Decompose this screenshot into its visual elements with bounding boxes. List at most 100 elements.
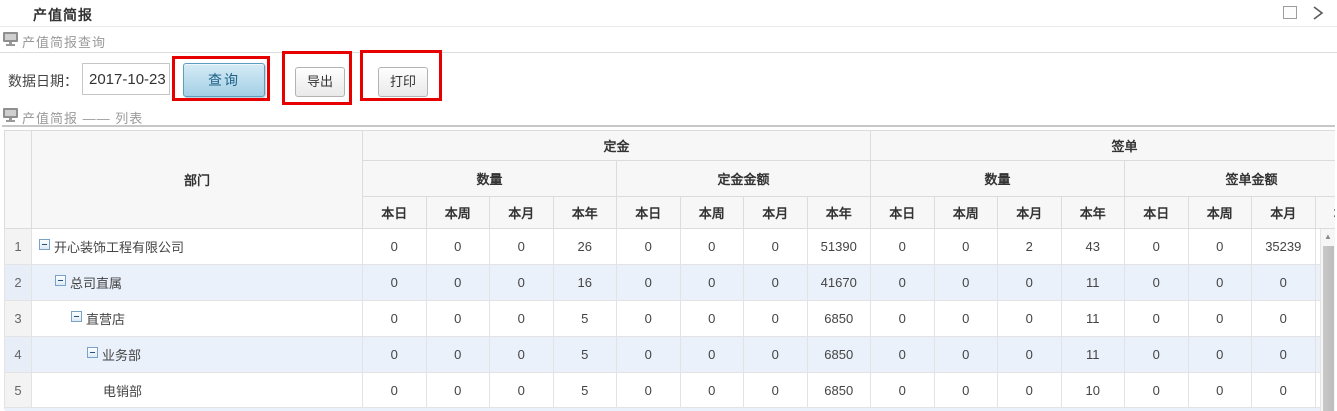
group-header-cell: 签单	[871, 131, 1335, 161]
dept-cell: 直营店	[32, 301, 363, 337]
table-row[interactable]: 1开心装饰工程有限公司0002600051390002430035239	[5, 229, 1336, 265]
value-cell: 0	[744, 301, 808, 337]
value-cell: 0	[934, 373, 998, 409]
row-number-cell: 4	[5, 337, 32, 373]
tree-collapse-icon[interactable]	[71, 311, 82, 322]
dept-name: 总司直属	[70, 276, 122, 291]
scroll-up-arrow-icon[interactable]: ▲	[1321, 229, 1335, 244]
value-cell: 0	[490, 265, 554, 301]
subgroup-header-cell: 数量	[363, 161, 617, 197]
value-cell: 0	[934, 337, 998, 373]
value-cell: 0	[1125, 265, 1189, 301]
value-cell: 6850	[807, 373, 871, 409]
period-header-cell: 本年	[807, 197, 871, 229]
value-cell: 0	[490, 337, 554, 373]
date-input[interactable]	[82, 63, 170, 95]
period-header-cell: 本年	[1315, 197, 1335, 229]
subgroup-header-cell: 定金金额	[617, 161, 871, 197]
tree-collapse-icon[interactable]	[39, 239, 50, 250]
table-row[interactable]: 3直营店0005000685000011000	[5, 301, 1336, 337]
value-cell: 0	[680, 301, 744, 337]
value-cell: 0	[617, 373, 681, 409]
value-cell: 0	[426, 373, 490, 409]
value-cell: 0	[1125, 229, 1189, 265]
period-header-cell: 本周	[426, 197, 490, 229]
value-cell: 0	[363, 229, 427, 265]
table-body: 1开心装饰工程有限公司00026000513900024300352392总司直…	[5, 229, 1336, 409]
dept-cell: 业务部	[32, 337, 363, 373]
value-cell: 11	[1061, 265, 1125, 301]
period-header-cell: 本月	[998, 197, 1062, 229]
value-cell: 0	[744, 265, 808, 301]
row-number-cell: 3	[5, 301, 32, 337]
dept-name: 电销部	[103, 384, 142, 399]
value-cell: 0	[363, 373, 427, 409]
dept-name: 开心装饰工程有限公司	[54, 240, 184, 255]
value-cell: 0	[1125, 373, 1189, 409]
value-cell: 0	[426, 301, 490, 337]
value-cell: 0	[1125, 301, 1189, 337]
value-cell: 0	[998, 301, 1062, 337]
period-header-cell: 本日	[617, 197, 681, 229]
monitor-icon	[3, 31, 19, 47]
value-cell: 0	[744, 337, 808, 373]
value-cell: 0	[490, 229, 554, 265]
value-cell: 0	[998, 265, 1062, 301]
value-cell: 0	[1252, 265, 1316, 301]
value-cell: 0	[1188, 301, 1252, 337]
value-cell: 0	[744, 229, 808, 265]
value-cell: 0	[617, 301, 681, 337]
value-cell: 0	[998, 373, 1062, 409]
chevron-right-icon[interactable]	[1310, 4, 1326, 22]
partial-next-row	[5, 407, 1334, 411]
value-cell: 0	[1188, 337, 1252, 373]
value-cell: 0	[490, 301, 554, 337]
value-cell: 5	[553, 373, 617, 409]
value-cell: 0	[934, 265, 998, 301]
value-cell: 0	[680, 265, 744, 301]
value-cell: 5	[553, 301, 617, 337]
scrollbar-thumb[interactable]	[1323, 246, 1334, 411]
print-button[interactable]: 打印	[378, 67, 428, 97]
dept-cell: 电销部	[32, 373, 363, 409]
row-number-cell: 2	[5, 265, 32, 301]
export-button[interactable]: 导出	[295, 67, 345, 97]
period-header-cell: 本周	[680, 197, 744, 229]
report-table: 部门定金签单数量定金金额数量签单金额本日本周本月本年本日本周本月本年本日本周本月…	[4, 130, 1335, 409]
value-cell: 6850	[807, 337, 871, 373]
period-header-cell: 本周	[1188, 197, 1252, 229]
section-divider	[2, 125, 1335, 127]
period-header-cell: 本日	[363, 197, 427, 229]
table-row[interactable]: 5电销部0005000685000010000	[5, 373, 1336, 409]
value-cell: 0	[680, 229, 744, 265]
date-label: 数据日期：	[8, 71, 78, 91]
value-cell: 35239	[1252, 229, 1316, 265]
dept-name: 业务部	[102, 348, 141, 363]
value-cell: 16	[553, 265, 617, 301]
value-cell: 0	[680, 373, 744, 409]
tree-collapse-icon[interactable]	[55, 275, 66, 286]
header-row-groups: 部门定金签单	[5, 131, 1336, 161]
period-header-cell: 本年	[1061, 197, 1125, 229]
table-head: 部门定金签单数量定金金额数量签单金额本日本周本月本年本日本周本月本年本日本周本月…	[5, 131, 1336, 229]
value-cell: 0	[617, 337, 681, 373]
report-table-container: 部门定金签单数量定金金额数量签单金额本日本周本月本年本日本周本月本年本日本周本月…	[4, 130, 1335, 411]
value-cell: 0	[490, 373, 554, 409]
value-cell: 0	[871, 229, 935, 265]
value-cell: 0	[1125, 337, 1189, 373]
restore-icon[interactable]	[1283, 6, 1297, 19]
value-cell: 11	[1061, 301, 1125, 337]
value-cell: 0	[1188, 265, 1252, 301]
value-cell: 26	[553, 229, 617, 265]
value-cell: 0	[1188, 373, 1252, 409]
vertical-scrollbar[interactable]: ▲	[1320, 229, 1335, 411]
value-cell: 0	[426, 337, 490, 373]
title-bar: 产值简报	[0, 0, 1337, 27]
table-row[interactable]: 4业务部0005000685000011000	[5, 337, 1336, 373]
tree-collapse-icon[interactable]	[87, 347, 98, 358]
query-button[interactable]: 查询	[183, 63, 265, 97]
value-cell: 0	[998, 337, 1062, 373]
value-cell: 0	[871, 265, 935, 301]
table-row[interactable]: 2总司直属000160004167000011000	[5, 265, 1336, 301]
value-cell: 0	[363, 337, 427, 373]
